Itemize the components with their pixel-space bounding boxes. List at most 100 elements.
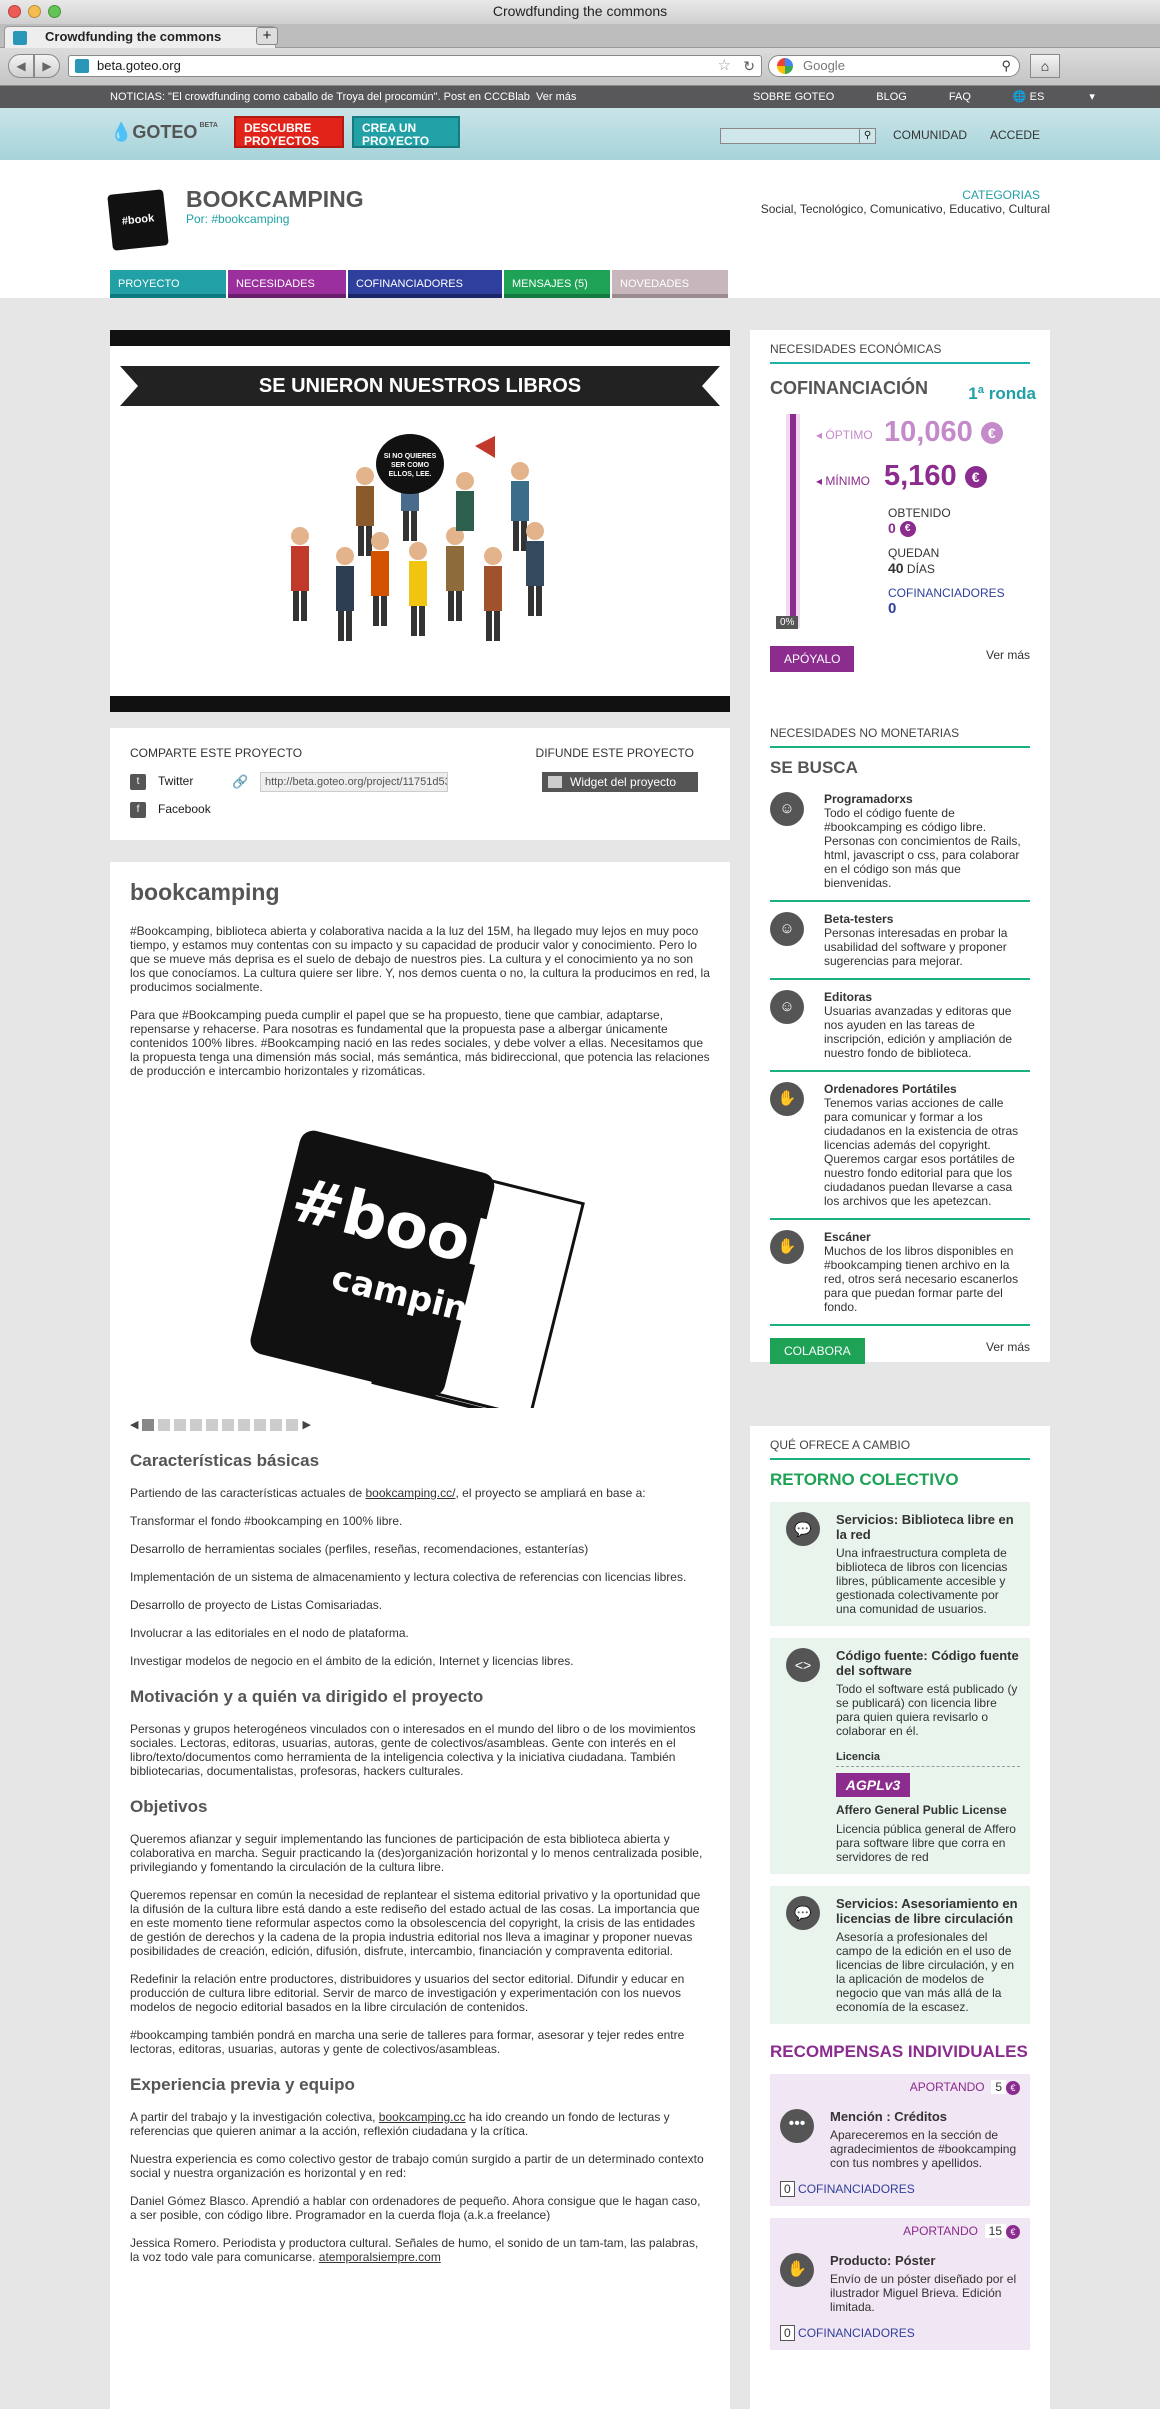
home-button[interactable]: ⌂	[1030, 54, 1060, 78]
reward-backers: 0 COFINANCIADORES	[780, 2181, 1020, 2197]
remaining-label: QUEDAN	[888, 546, 940, 560]
euro-icon: €	[1006, 2225, 1020, 2239]
spread-label: DIFUNDE ESTE PROYECTO	[535, 746, 694, 760]
create-project-button[interactable]: CREA UN PROYECTO	[352, 116, 460, 148]
site-favicon-icon	[75, 59, 89, 73]
search-bar[interactable]: Google ⚲	[768, 55, 1020, 77]
project-header: #book BOOKCAMPING Por: #bookcamping CATE…	[0, 160, 1160, 298]
close-window-button[interactable]	[8, 5, 21, 18]
favicon-icon	[13, 31, 27, 45]
nonmonetary-box: NECESIDADES NO MONETARIAS SE BUSCA ☺ Prog…	[750, 714, 1050, 1364]
returns-header: QUÉ OFRECE A CAMBIO	[770, 1438, 1030, 1460]
need-text: Personas interesadas en probar la usabil…	[824, 926, 1008, 968]
back-button[interactable]: ◀	[8, 54, 34, 78]
project-author[interactable]: Por: #bookcamping	[186, 212, 289, 226]
tab-mensajes[interactable]: MENSAJES (5)	[504, 270, 610, 298]
logo-text: GOTEO	[132, 122, 198, 142]
heading-goals: Objetivos	[130, 1797, 208, 1816]
news-more-link[interactable]: Ver más	[536, 91, 576, 103]
address-bar[interactable]: beta.goteo.org ☆ ↻	[68, 55, 762, 77]
widget-button[interactable]: Widget del proyecto	[542, 772, 698, 792]
individual-reward-item: APORTANDO 15 € ✋ Producto: Póster Envío de …	[770, 2218, 1030, 2350]
need-text: Muchos de los libros disponibles en #boo…	[824, 1244, 1019, 1314]
reload-icon[interactable]: ↻	[743, 56, 755, 76]
need-title: Ordenadores Portátiles	[824, 1082, 957, 1096]
euro-icon: €	[899, 521, 916, 538]
collaborate-button[interactable]: COLABORA	[770, 1338, 865, 1364]
project-video[interactable]: SE UNIERON NUESTROS LIBROS SI NO QUIERES…	[110, 330, 730, 712]
atemporal-link[interactable]: atemporalsiempre.com	[319, 2250, 441, 2264]
intro-paragraph-1: #Bookcamping, biblioteca abierta y colab…	[130, 924, 710, 994]
support-button[interactable]: APÓYALO	[770, 646, 855, 672]
link-blog[interactable]: BLOG	[876, 86, 907, 108]
need-item: ☺ Programadorxs Todo el código fuente de #…	[770, 782, 1030, 902]
need-item: ☺ Editoras Usuarias avanzadas y editoras q…	[770, 980, 1030, 1072]
nav-comunidad[interactable]: COMUNIDAD	[893, 128, 967, 142]
license-label: Licencia	[836, 1750, 1020, 1767]
forward-button[interactable]: ▶	[34, 54, 60, 78]
funding-box: NECESIDADES ECONÓMICAS COFINANCIACIÓN 1ª…	[750, 330, 1050, 738]
person-icon: ☺	[770, 792, 804, 826]
back-arrow-icon: ◀	[16, 59, 26, 73]
facebook-label: Facebook	[158, 802, 211, 817]
handshake-icon: ✋	[770, 1230, 804, 1264]
nonmonetary-header: NECESIDADES NO MONETARIAS	[770, 726, 1030, 748]
tab-title: Crowdfunding the commons	[45, 29, 222, 44]
individual-reward-item: APORTANDO 5 € ••• Mención : Créditos Aparec…	[770, 2074, 1030, 2206]
browser-toolbar: ◀ ▶ beta.goteo.org ☆ ↻ Google ⚲ ⌂	[0, 48, 1160, 86]
chat-icon: 💬	[786, 1896, 820, 1930]
language-label: ES	[1029, 91, 1045, 103]
funding-round: 1ª ronda	[968, 384, 1036, 403]
zoom-window-button[interactable]	[48, 5, 61, 18]
window-title: Crowdfunding the commons	[492, 3, 668, 19]
return-text: Todo el software está publicado (y se pu…	[836, 1682, 1018, 1738]
tab-novedades[interactable]: NOVEDADES	[612, 270, 728, 298]
need-title: Programadorxs	[824, 792, 913, 806]
basic-item: Involucrar a las editoriales en el nodo …	[130, 1626, 409, 1640]
minimum-amount: 5,160 €	[884, 460, 987, 493]
code-icon: <>	[786, 1648, 820, 1682]
optimum-label: ◂ ÓPTIMO	[816, 428, 873, 442]
tab-necesidades[interactable]: NECESIDADES	[228, 270, 346, 298]
return-title: Servicios: Asesoriamiento en licencias d…	[836, 1896, 1018, 1926]
twitter-icon: t	[130, 774, 146, 790]
site-search-input[interactable]: ⚲	[720, 128, 876, 144]
bookcamping-cc-link[interactable]: bookcamping.cc	[379, 2110, 466, 2124]
collective-return-item: <> Código fuente: Código fuente del softw…	[770, 1638, 1030, 1874]
return-title: Servicios: Biblioteca libre en la red	[836, 1512, 1014, 1542]
handshake-icon: ✋	[770, 1082, 804, 1116]
minimize-window-button[interactable]	[28, 5, 41, 18]
obtained-label: OBTENIDO	[888, 506, 951, 520]
chat-icon: 💬	[786, 1512, 820, 1546]
project-url-field[interactable]: http://beta.goteo.org/project/11751d53c1…	[260, 772, 448, 792]
license-title: Affero General Public License	[836, 1803, 1007, 1817]
goals-paragraph: Redefinir la relación entre productores,…	[130, 1972, 685, 2014]
language-selector[interactable]: 🌐 ES ▾	[1013, 86, 1095, 108]
nonmonetary-more-link[interactable]: Ver más	[986, 1340, 1030, 1354]
funding-header: NECESIDADES ECONÓMICAS	[770, 342, 1030, 364]
nav-accede[interactable]: ACCEDE	[990, 128, 1040, 142]
twitter-link[interactable]: t Twitter	[130, 774, 193, 790]
nonmonetary-title: SE BUSCA	[770, 758, 858, 777]
new-tab-button[interactable]: +	[256, 27, 278, 45]
twitter-label: Twitter	[158, 774, 194, 789]
link-sobre-goteo[interactable]: SOBRE GOTEO	[753, 86, 834, 108]
bookcamping-book-image: #book camping	[130, 1118, 710, 1538]
bookmark-star-icon[interactable]: ☆	[718, 56, 731, 76]
basic-item: Investigar modelos de negocio en el ámbi…	[130, 1654, 574, 1668]
progress-percent: 0%	[776, 616, 799, 629]
tab-cofinanciadores[interactable]: COFINANCIADORES	[348, 270, 502, 298]
facebook-link[interactable]: f Facebook	[130, 802, 211, 818]
tab-proyecto[interactable]: PROYECTO	[110, 270, 226, 298]
basic-item: Desarrollo de proyecto de Listas Comisar…	[130, 1598, 383, 1612]
amount-value: 5	[991, 2080, 1006, 2094]
site-search-icon[interactable]: ⚲	[859, 129, 875, 143]
link-faq[interactable]: FAQ	[949, 86, 971, 108]
intro-paragraph-2: Para que #Bookcamping pueda cumplir el p…	[130, 1008, 710, 1078]
euro-icon: €	[964, 466, 987, 489]
goteo-logo[interactable]: 💧GOTEO BETA	[110, 122, 218, 143]
discover-projects-button[interactable]: DESCUBRE PROYECTOS	[234, 116, 344, 148]
browser-tab[interactable]: Crowdfunding the commons	[4, 26, 276, 48]
search-icon[interactable]: ⚲	[1001, 56, 1011, 76]
funding-more-link[interactable]: Ver más	[986, 648, 1030, 662]
